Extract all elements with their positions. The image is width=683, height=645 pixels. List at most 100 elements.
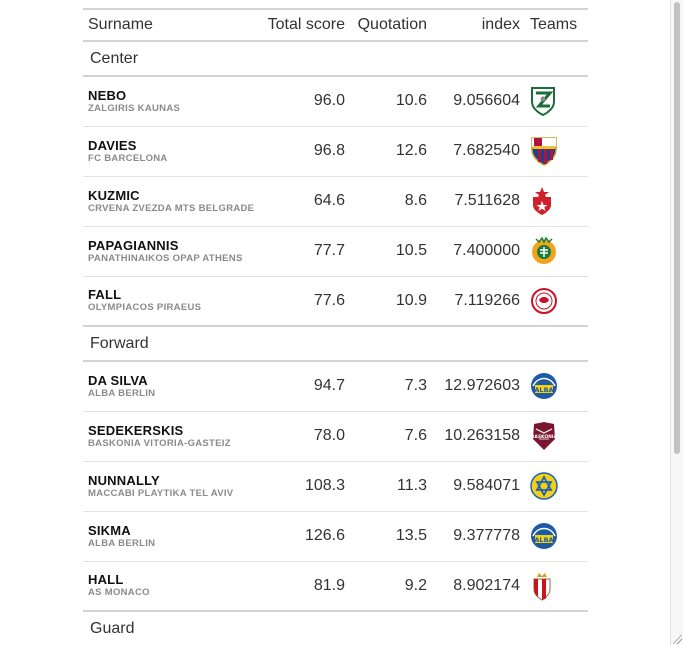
index-cell: 7.682540 [432,126,525,177]
team-logo-cell [525,176,588,227]
svg-text:BASKONIA: BASKONIA [531,434,558,440]
player-team: AS MONACO [88,587,150,599]
group-label: Forward [83,326,588,362]
total-score-cell: 81.9 [258,561,350,612]
total-score-cell: 126.6 [258,511,350,562]
alba-berlin-logo-icon: ALBA [530,521,583,551]
team-logo-cell: BASKONIA [525,411,588,462]
player-team: ZALGIRIS KAUNAS [88,102,181,114]
player-cell: DA SILVA ALBA BERLIN [83,361,258,412]
index-cell: 8.902174 [432,561,525,612]
total-score-cell: 94.7 [258,361,350,412]
quotation-cell: 10.5 [350,226,432,277]
vertical-scrollbar[interactable] [670,0,683,645]
player-surname: NUNNALLY [88,472,160,488]
player-cell: NEBO ZALGIRIS KAUNAS [83,76,258,127]
group-label: Guard [83,611,588,645]
resize-grip-icon[interactable] [673,635,682,644]
header-total-score: Total score [258,8,350,42]
crvena-zvezda-logo-icon [530,186,583,216]
table-row: SEDEKERSKIS BASKONIA VITORIA-GASTEIZ 78.0 7… [83,411,588,462]
player-team: PANATHINAIKOS OPAP ATHENS [88,252,243,264]
barcelona-logo-icon [530,136,583,166]
total-score-cell: 96.0 [258,76,350,127]
table-header-row: Surname Total score Quotation index Team… [83,8,588,42]
monaco-logo-icon [530,571,583,601]
player-team: ALBA BERLIN [88,537,156,549]
team-logo-cell: ALBA [525,511,588,562]
player-cell: SIKMA ALBA BERLIN [83,511,258,562]
index-cell: 7.400000 [432,226,525,277]
team-logo-cell [525,126,588,177]
total-score-cell: 77.7 [258,226,350,277]
table-row: DAVIES FC BARCELONA 96.8 12.6 7.682540 [83,126,588,177]
table-row: PAPAGIANNIS PANATHINAIKOS OPAP ATHENS 77.7… [83,226,588,277]
maccabi-logo-icon [530,471,583,501]
table-viewport[interactable]: Surname Total score Quotation index Team… [0,0,670,645]
quotation-cell: 10.9 [350,276,432,327]
player-surname: SIKMA [88,522,131,538]
table-row: DA SILVA ALBA BERLIN 94.7 7.3 12.972603 ALBA [83,361,588,412]
quotation-cell: 13.5 [350,511,432,562]
team-logo-cell [525,276,588,327]
player-surname: PAPAGIANNIS [88,237,179,253]
team-logo-cell [525,76,588,127]
player-surname: DA SILVA [88,372,148,388]
player-index-table: Surname Total score Quotation index Team… [83,8,588,645]
table-row: FALL OLYMPIACOS PIRAEUS 77.6 10.9 7.119266 [83,276,588,327]
player-team: BASKONIA VITORIA-GASTEIZ [88,437,231,449]
scrollbar-thumb[interactable] [674,2,680,454]
table-row: HALL AS MONACO 81.9 9.2 8.902174 [83,561,588,612]
index-cell: 9.584071 [432,461,525,512]
player-cell: HALL AS MONACO [83,561,258,612]
group-row-guard: Guard [83,611,588,645]
total-score-cell: 78.0 [258,411,350,462]
quotation-cell: 10.6 [350,76,432,127]
player-surname: DAVIES [88,137,137,153]
olympiacos-logo-icon [530,286,583,316]
total-score-cell: 64.6 [258,176,350,227]
header-surname: Surname [83,8,258,42]
team-logo-cell [525,226,588,277]
player-surname: NEBO [88,87,127,103]
index-cell: 7.119266 [432,276,525,327]
group-row-center: Center [83,41,588,77]
table-row: SIKMA ALBA BERLIN 126.6 13.5 9.377778 ALBA [83,511,588,562]
player-cell: FALL OLYMPIACOS PIRAEUS [83,276,258,327]
player-surname: SEDEKERSKIS [88,422,184,438]
index-cell: 7.511628 [432,176,525,227]
player-surname: FALL [88,287,122,303]
total-score-cell: 96.8 [258,126,350,177]
index-cell: 9.056604 [432,76,525,127]
group-row-forward: Forward [83,326,588,362]
table-row: KUZMIC CRVENA ZVEZDA MTS BELGRADE 64.6 8.6 7… [83,176,588,227]
player-surname: KUZMIC [88,187,140,203]
player-cell: DAVIES FC BARCELONA [83,126,258,177]
player-team: OLYMPIACOS PIRAEUS [88,302,202,314]
quotation-cell: 7.6 [350,411,432,462]
quotation-cell: 9.2 [350,561,432,612]
total-score-cell: 108.3 [258,461,350,512]
team-logo-cell: ALBA [525,361,588,412]
player-surname: HALL [88,572,124,588]
player-team: MACCABI PLAYTIKA TEL AVIV [88,487,234,499]
svg-text:ALBA: ALBA [534,536,553,544]
player-cell: SEDEKERSKIS BASKONIA VITORIA-GASTEIZ [83,411,258,462]
player-team: FC BARCELONA [88,152,168,164]
player-cell: NUNNALLY MACCABI PLAYTIKA TEL AVIV [83,461,258,512]
team-logo-cell [525,461,588,512]
total-score-cell: 77.6 [258,276,350,327]
header-index: index [432,8,525,42]
quotation-cell: 11.3 [350,461,432,512]
table-row: NUNNALLY MACCABI PLAYTIKA TEL AVIV 108.3 11… [83,461,588,512]
quotation-cell: 7.3 [350,361,432,412]
alba-berlin-logo-icon: ALBA [530,371,583,401]
table-body: Center NEBO ZALGIRIS KAUNAS 96.0 10.6 9.05660… [83,41,588,645]
group-label: Center [83,41,588,77]
index-cell: 12.972603 [432,361,525,412]
player-cell: PAPAGIANNIS PANATHINAIKOS OPAP ATHENS [83,226,258,277]
svg-text:ALBA: ALBA [534,386,553,394]
baskonia-logo-icon: BASKONIA [530,421,583,451]
index-cell: 10.263158 [432,411,525,462]
player-team: ALBA BERLIN [88,387,156,399]
